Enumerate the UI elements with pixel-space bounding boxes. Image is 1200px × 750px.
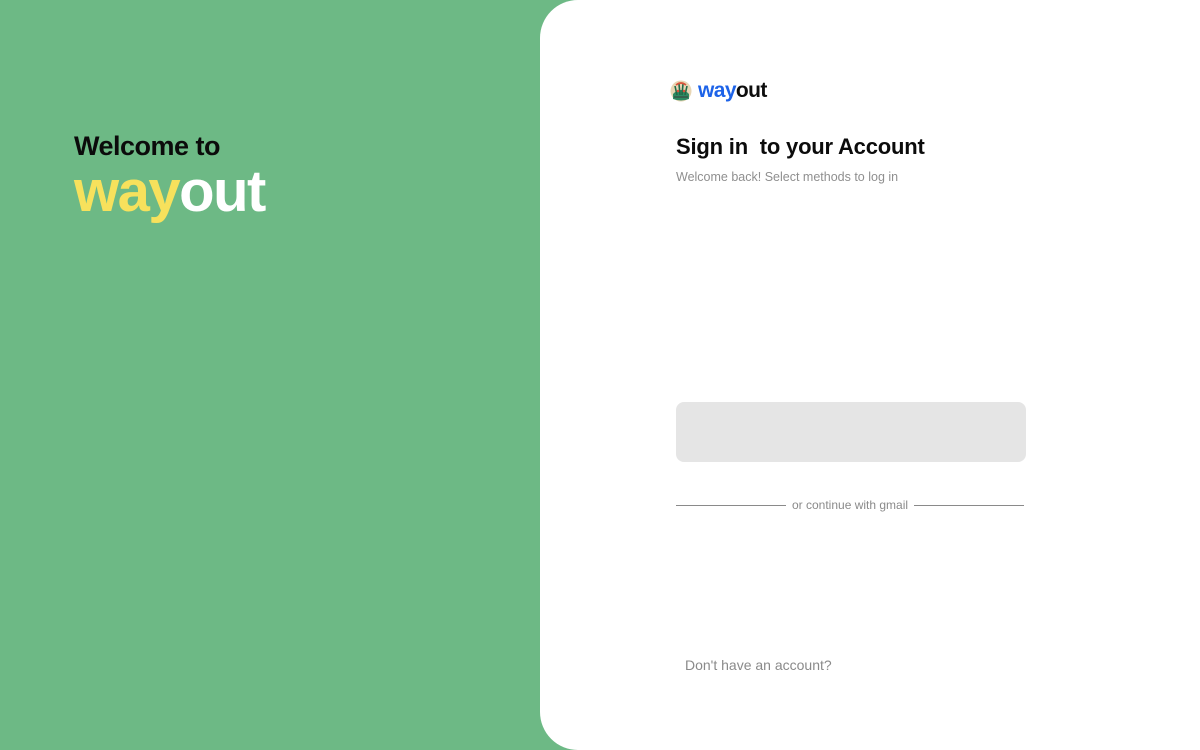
brand-logo: wayout [670, 80, 767, 102]
welcome-brand-name: wayout [74, 159, 266, 224]
gmail-divider: or continue with gmail [676, 496, 1034, 514]
welcome-panel: Welcome to wayout [0, 0, 540, 750]
logo-text-out: out [735, 79, 767, 102]
divider-line-right [914, 504, 1025, 506]
logo-text: wayout [698, 80, 767, 102]
signin-panel: wayout Sign in to your Account Welcome b… [540, 0, 1200, 750]
brand-name-way: way [74, 159, 181, 224]
signin-subtitle: Welcome back! Select methods to log in [676, 170, 899, 184]
divider-line-left [676, 504, 786, 506]
signin-method-button[interactable] [676, 402, 1026, 462]
signup-prompt: Don't have an account? [685, 657, 832, 673]
logo-text-way: way [698, 79, 737, 102]
signin-title: Sign in to your Account [676, 134, 925, 159]
welcome-text: Welcome to [74, 131, 221, 161]
divider-text: or continue with gmail [792, 498, 909, 512]
wayout-logo-icon [670, 80, 692, 102]
brand-name-out: out [179, 159, 266, 224]
welcome-heading: Welcome to wayout [74, 130, 266, 224]
login-page: Welcome to wayout wayout Sign in to your… [0, 0, 1200, 750]
